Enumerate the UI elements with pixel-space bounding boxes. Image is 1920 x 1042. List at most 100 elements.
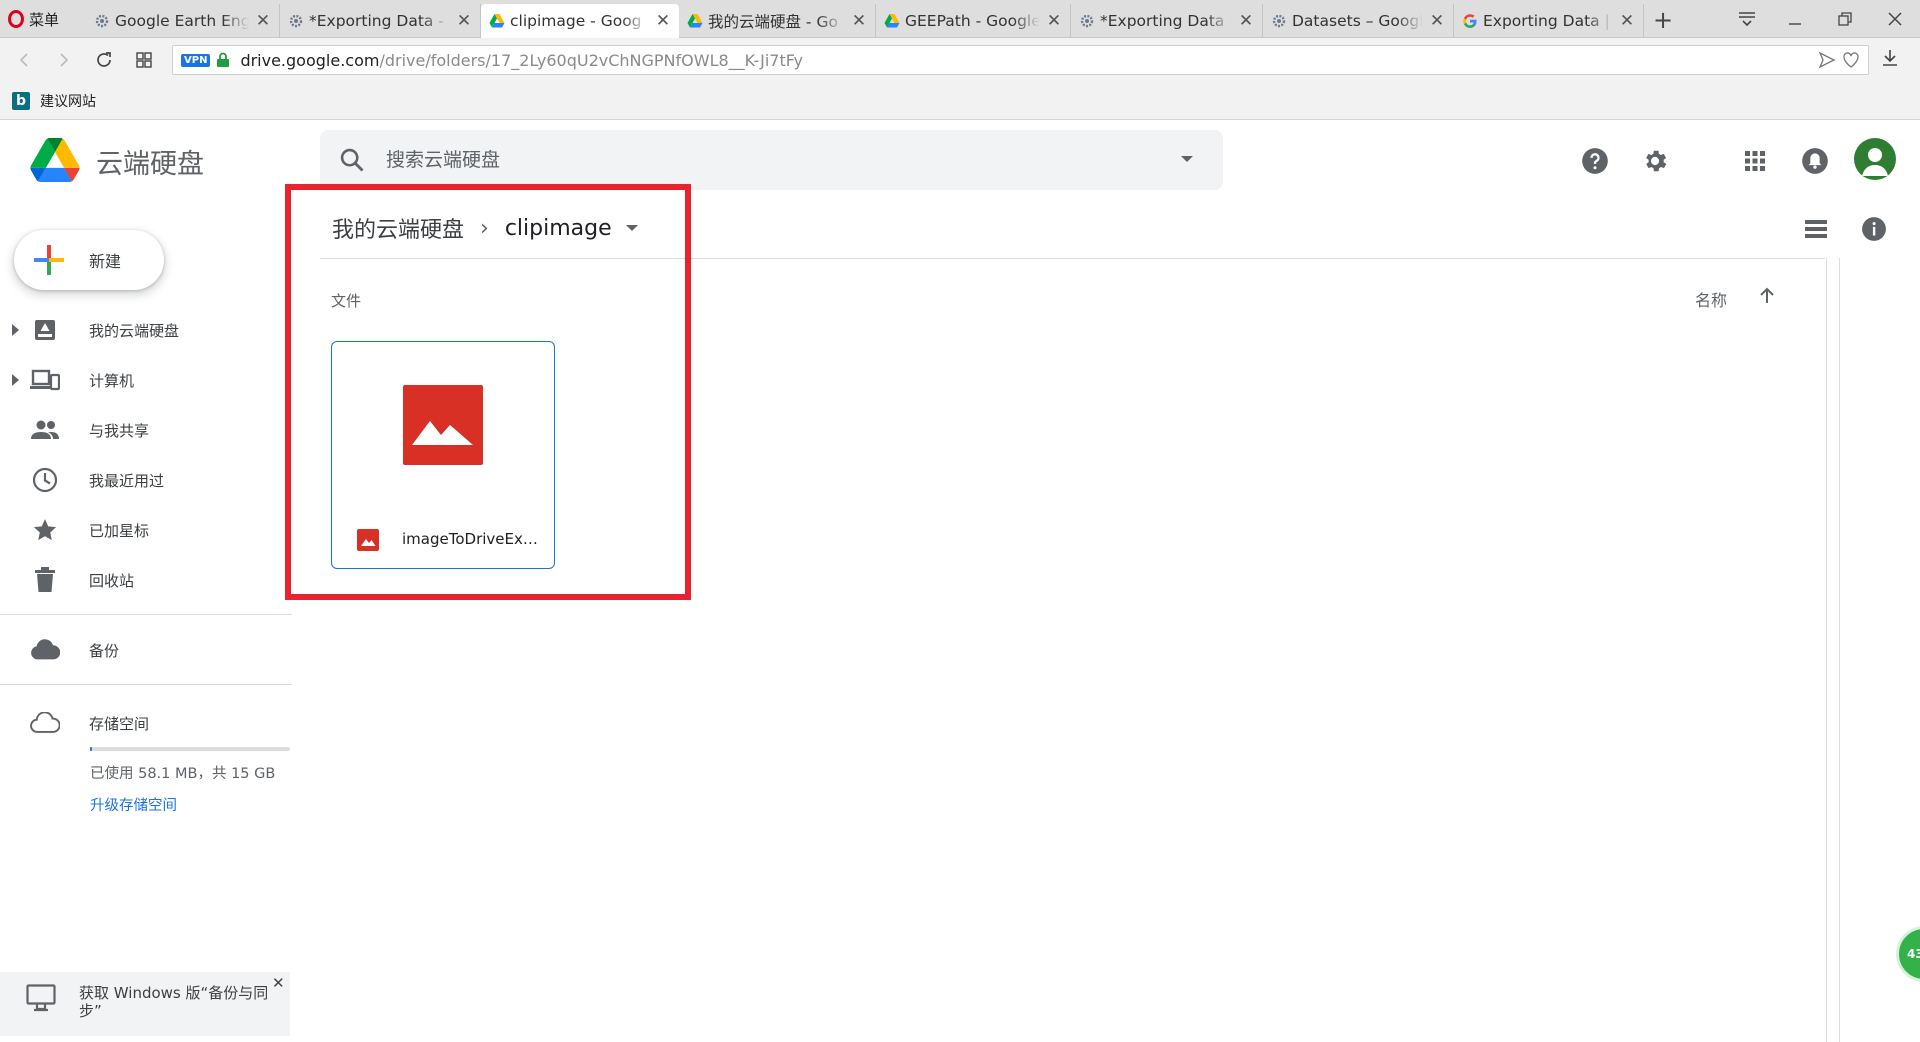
upgrade-storage-link[interactable]: 升级存储空间 xyxy=(90,794,177,815)
sidebar-item-recent[interactable]: 我最近用过 xyxy=(0,460,290,500)
plus-icon xyxy=(34,245,64,275)
browser-tab-strip: 菜单 Google Earth Eng ✕ *Exporting Data - ✕ cl… xyxy=(0,0,1920,38)
tab-close-icon[interactable]: ✕ xyxy=(655,11,671,31)
sidebar-item-shared-with-me[interactable]: 与我共享 xyxy=(0,410,290,450)
browser-tab[interactable]: GEEPath - Google ✕ xyxy=(876,4,1071,38)
gear-icon xyxy=(1079,13,1095,29)
bookmarks-bar: b 建议网站 xyxy=(0,82,1920,120)
star-icon xyxy=(30,515,60,545)
browser-tab[interactable]: 我的云端硬盘 - Go ✕ xyxy=(679,4,876,38)
tab-close-icon[interactable]: ✕ xyxy=(1046,11,1062,31)
sidebar-item-label: 已加星标 xyxy=(89,521,150,540)
heart-icon[interactable] xyxy=(1842,51,1860,69)
browser-tab[interactable]: *Exporting Data - ✕ xyxy=(1071,4,1263,38)
my-drive-icon xyxy=(30,315,60,345)
sidebar-item-trash[interactable]: 回收站 xyxy=(0,560,290,600)
cloud-outline-icon xyxy=(30,708,60,738)
trash-icon xyxy=(30,565,60,595)
forward-button[interactable] xyxy=(52,48,76,72)
browser-tab-title: 我的云端硬盘 - Go xyxy=(708,13,838,31)
sidebar-item-computers[interactable]: 计算机 xyxy=(0,360,290,400)
settings-gear-icon[interactable] xyxy=(1640,146,1670,176)
browser-tab[interactable]: *Exporting Data - ✕ xyxy=(280,4,481,38)
arrow-up-icon[interactable] xyxy=(1756,285,1778,307)
bookmark-suggested-sites[interactable]: 建议网站 xyxy=(40,91,96,111)
address-bar-row: VPN drive.google.com/drive/folders/17_2L… xyxy=(0,38,1920,82)
gear-icon xyxy=(94,13,110,29)
close-icon[interactable]: ✕ xyxy=(272,974,285,992)
browser-tab-title: Datasets – Googl xyxy=(1292,12,1423,30)
close-window-button[interactable] xyxy=(1880,4,1910,34)
tab-close-icon[interactable]: ✕ xyxy=(851,11,867,31)
sidebar-divider xyxy=(0,614,292,615)
drive-brand-title[interactable]: 云端硬盘 xyxy=(96,142,204,181)
apps-grid-icon[interactable] xyxy=(1740,146,1770,176)
browser-tab[interactable]: clipimage - Goog ✕ xyxy=(481,4,679,38)
drive-logo-icon[interactable] xyxy=(30,138,80,182)
sidebar-item-my-drive[interactable]: 我的云端硬盘 xyxy=(0,310,290,350)
computers-icon xyxy=(30,365,60,395)
google-icon xyxy=(1462,13,1478,29)
new-button[interactable]: 新建 xyxy=(14,230,164,290)
browser-tab[interactable]: Exporting Data | ✕ xyxy=(1454,4,1644,38)
tab-close-icon[interactable]: ✕ xyxy=(456,11,472,31)
search-bar xyxy=(320,130,1223,190)
help-icon[interactable] xyxy=(1580,146,1610,176)
backup-sync-promo[interactable]: 获取 Windows 版“备份与同步” ✕ xyxy=(0,972,290,1036)
browser-tab-title: *Exporting Data - xyxy=(1100,12,1232,30)
expand-arrow-icon[interactable] xyxy=(12,374,19,386)
browser-tab[interactable]: Google Earth Eng ✕ xyxy=(86,4,280,38)
floating-widget-badge[interactable]: 43 xyxy=(1896,926,1920,982)
expand-arrow-icon[interactable] xyxy=(12,324,19,336)
browser-tab-title: Google Earth Eng xyxy=(115,12,249,30)
url-text: drive.google.com/drive/folders/17_2Ly60q… xyxy=(240,51,803,70)
drive-icon xyxy=(489,13,505,29)
restore-window-button[interactable] xyxy=(1830,4,1860,34)
clock-icon xyxy=(30,465,60,495)
search-icon[interactable] xyxy=(338,146,366,174)
url-path: /drive/folders/17_2Ly60qU2vChNGPNfOWL8__… xyxy=(379,50,803,70)
browser-menu-button[interactable]: 菜单 xyxy=(8,8,59,30)
sidebar-item-starred[interactable]: 已加星标 xyxy=(0,510,290,550)
download-icon[interactable] xyxy=(1880,48,1904,72)
storage-usage-bar xyxy=(90,747,290,751)
send-icon[interactable] xyxy=(1818,51,1836,69)
tab-close-icon[interactable]: ✕ xyxy=(1429,11,1445,31)
notifications-bell-icon[interactable] xyxy=(1800,146,1830,176)
drive-icon xyxy=(687,13,703,29)
url-field[interactable]: VPN drive.google.com/drive/folders/17_2L… xyxy=(172,45,1869,75)
sidebar-item-backups[interactable]: 备份 xyxy=(0,630,290,670)
new-tab-button[interactable]: + xyxy=(1652,6,1674,34)
sidebar-item-label: 回收站 xyxy=(89,571,135,590)
tab-close-icon[interactable]: ✕ xyxy=(255,11,271,31)
search-input[interactable] xyxy=(386,149,1166,171)
browser-tab-title: clipimage - Goog xyxy=(510,12,642,30)
tab-close-icon[interactable]: ✕ xyxy=(1238,11,1254,31)
search-options-dropdown-icon[interactable] xyxy=(1181,156,1193,162)
back-button[interactable] xyxy=(12,48,36,72)
gear-icon xyxy=(1271,13,1287,29)
reload-button[interactable] xyxy=(92,48,116,72)
new-button-label: 新建 xyxy=(89,252,122,271)
tab-close-icon[interactable]: ✕ xyxy=(1619,11,1635,31)
promo-text: 获取 Windows 版“备份与同步” xyxy=(79,984,269,1020)
info-icon[interactable] xyxy=(1859,214,1889,244)
sort-by-name-button[interactable]: 名称 xyxy=(1695,287,1727,311)
list-view-icon[interactable] xyxy=(1801,214,1831,244)
gear-icon xyxy=(288,13,304,29)
account-avatar[interactable] xyxy=(1854,138,1896,180)
browser-menu-label: 菜单 xyxy=(29,10,60,29)
sidebar-item-label: 存储空间 xyxy=(89,714,150,733)
scrollbar[interactable] xyxy=(1826,258,1840,1042)
sidebar-item-label: 备份 xyxy=(89,641,120,660)
vpn-badge[interactable]: VPN xyxy=(181,53,211,67)
url-host: drive.google.com xyxy=(240,50,380,70)
browser-tab[interactable]: Datasets – Googl ✕ xyxy=(1263,4,1454,38)
tab-list-icon[interactable] xyxy=(1732,4,1762,34)
desktop-computer-icon xyxy=(26,984,56,1012)
sidebar-item-storage[interactable]: 存储空间 xyxy=(0,703,290,743)
speed-dial-icon[interactable] xyxy=(132,48,156,72)
drive-icon xyxy=(884,13,900,29)
minimize-window-button[interactable] xyxy=(1780,4,1810,34)
lock-icon xyxy=(217,52,230,67)
